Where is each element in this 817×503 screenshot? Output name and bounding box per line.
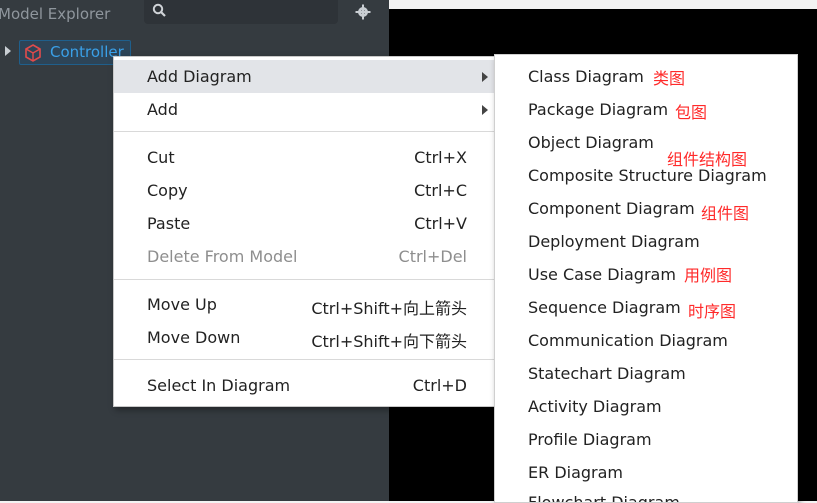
menu-separator [114, 131, 495, 132]
menu-item-shortcut: Ctrl+D [412, 376, 467, 395]
menu-item-label: Delete From Model [147, 247, 298, 266]
menu-separator [114, 279, 495, 280]
menu-item-shortcut: Ctrl+X [414, 148, 467, 167]
menu-item-copy[interactable]: Copy Ctrl+C [114, 174, 495, 207]
expand-arrow-icon[interactable] [5, 46, 11, 56]
submenu-item-class-diagram[interactable]: Class Diagram [528, 67, 644, 86]
menu-separator [114, 359, 495, 360]
submenu-item-object-diagram[interactable]: Object Diagram [528, 133, 654, 152]
menu-item-cut[interactable]: Cut Ctrl+X [114, 141, 495, 174]
menu-item-label: Cut [147, 148, 175, 167]
submenu-item-statechart-diagram[interactable]: Statechart Diagram [528, 364, 686, 383]
submenu-item-use-case-diagram[interactable]: Use Case Diagram [528, 265, 676, 284]
menu-item-label: Move Up [147, 295, 217, 314]
annotation-class: 类图 [653, 69, 686, 88]
submenu-item-package-diagram[interactable]: Package Diagram [528, 100, 668, 119]
context-menu: Add Diagram Add Cut Ctrl+X Copy Ctrl+C P… [113, 56, 496, 407]
search-icon [152, 3, 168, 23]
annotation-sequence: 时序图 [688, 302, 737, 321]
menu-item-label: Paste [147, 214, 191, 233]
submenu-arrow-icon [482, 72, 488, 82]
submenu-item-profile-diagram[interactable]: Profile Diagram [528, 430, 652, 449]
menu-item-shortcut: Ctrl+C [413, 181, 467, 200]
menu-item-add[interactable]: Add [114, 93, 495, 126]
annotation-use-case: 用例图 [684, 266, 733, 285]
gear-icon[interactable] [355, 4, 371, 24]
submenu-item-component-diagram[interactable]: Component Diagram [528, 199, 695, 218]
menu-item-label: Add [147, 100, 178, 119]
add-diagram-submenu: Class Diagram 类图 Package Diagram 包图 Obje… [494, 54, 798, 503]
panel-header: Model Explorer [0, 0, 389, 30]
submenu-item-communication-diagram[interactable]: Communication Diagram [528, 331, 728, 350]
cube-icon [24, 44, 42, 66]
submenu-item-flowchart-diagram[interactable]: Flowchart Diagram [528, 493, 680, 502]
submenu-item-er-diagram[interactable]: ER Diagram [528, 463, 623, 482]
menu-item-delete-from-model[interactable]: Delete From Model Ctrl+Del [114, 240, 495, 273]
menu-item-move-up[interactable]: Move Up Ctrl+Shift+向上箭头 [114, 288, 495, 321]
annotation-component: 组件图 [701, 204, 750, 223]
submenu-item-deployment-diagram[interactable]: Deployment Diagram [528, 232, 700, 251]
menu-item-shortcut: Ctrl+V [414, 214, 467, 233]
submenu-item-activity-diagram[interactable]: Activity Diagram [528, 397, 662, 416]
submenu-item-composite-structure-diagram[interactable]: Composite Structure Diagram [528, 166, 767, 185]
menu-item-label: Add Diagram [147, 67, 252, 86]
menu-item-shortcut: Ctrl+Shift+向下箭头 [311, 332, 467, 351]
menu-item-select-in-diagram[interactable]: Select In Diagram Ctrl+D [114, 369, 495, 402]
search-input[interactable] [144, 0, 338, 24]
submenu-item-sequence-diagram[interactable]: Sequence Diagram [528, 298, 681, 317]
panel-title: Model Explorer [0, 5, 111, 23]
submenu-arrow-icon [482, 105, 488, 115]
menu-item-label: Select In Diagram [147, 376, 291, 395]
menu-item-shortcut: Ctrl+Shift+向上箭头 [311, 299, 467, 318]
menu-item-add-diagram[interactable]: Add Diagram [114, 60, 495, 93]
menu-item-paste[interactable]: Paste Ctrl+V [114, 207, 495, 240]
annotation-package: 包图 [675, 103, 708, 122]
menu-item-move-down[interactable]: Move Down Ctrl+Shift+向下箭头 [114, 321, 495, 354]
menu-item-shortcut: Ctrl+Del [398, 247, 467, 266]
menu-item-label: Move Down [147, 328, 241, 347]
menu-item-label: Copy [147, 181, 188, 200]
